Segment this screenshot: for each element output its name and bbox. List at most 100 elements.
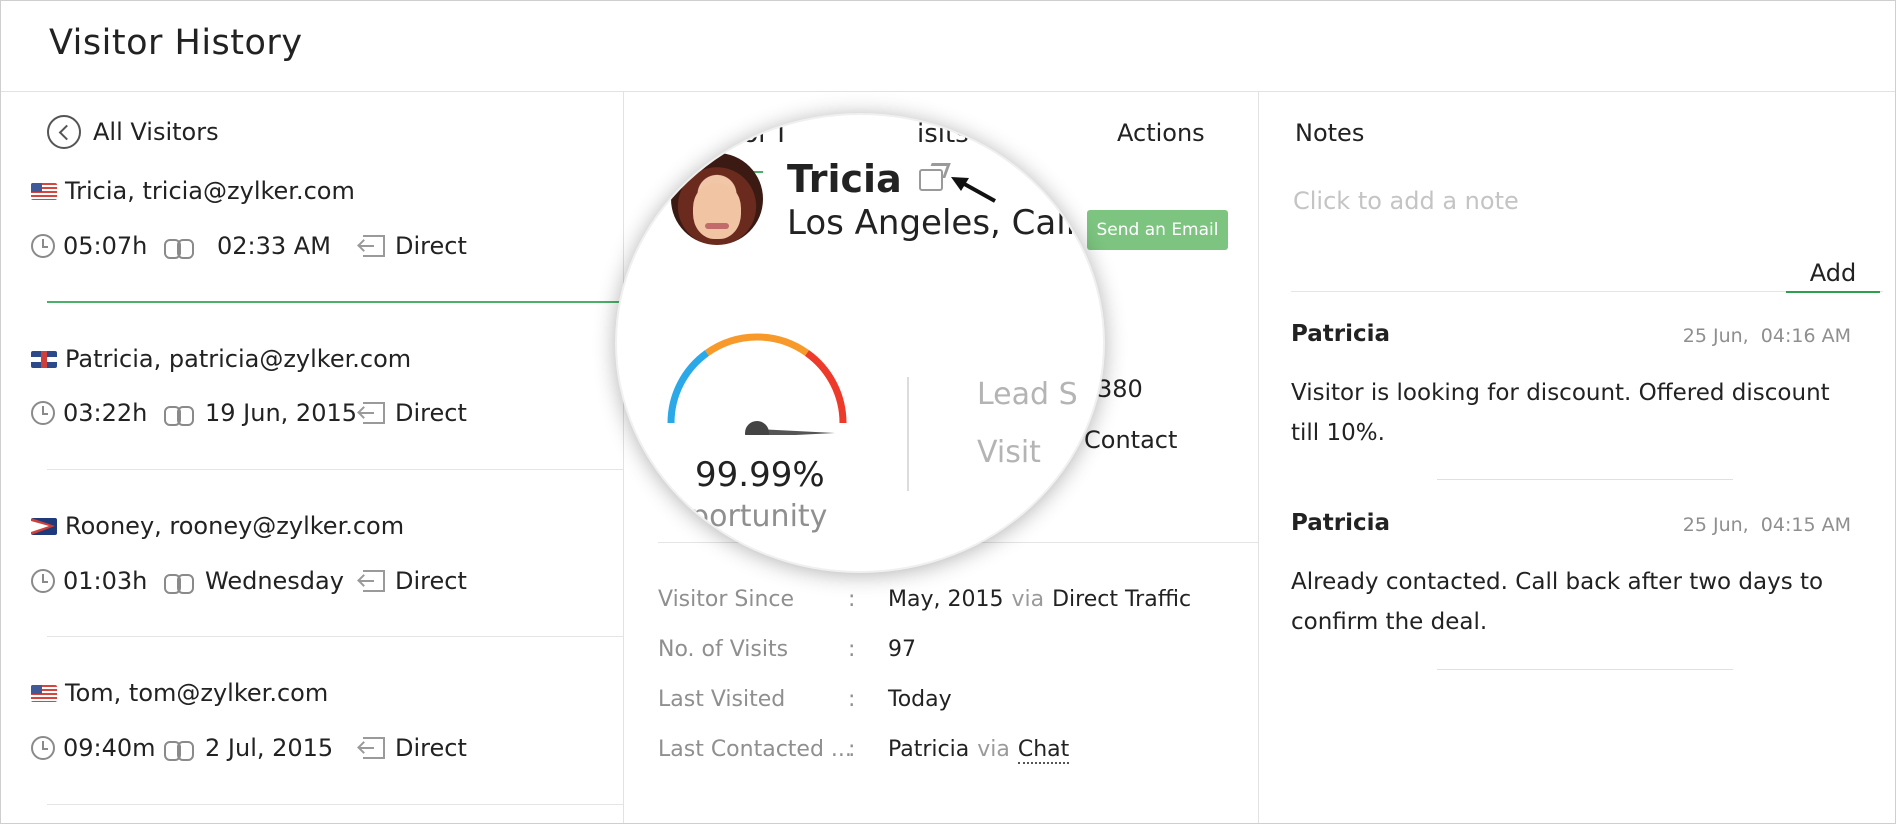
tab-visits[interactable]: isits [917, 119, 969, 149]
visitor-meta: 03:22h 19 Jun, 2015 Direct [31, 399, 467, 427]
visitor-source: Direct [395, 399, 467, 427]
gauge-arc-red [804, 350, 847, 424]
note-timestamp: 25 Jun, 04:15 AM [1682, 514, 1851, 536]
visitor-duration: 03:22h [63, 399, 148, 427]
note-author: Patricia [1291, 510, 1391, 536]
info-value: May, 2015 [888, 587, 1004, 612]
visitor-source: Direct [395, 567, 467, 595]
info-row-last-visited: Last Visited : Today [658, 687, 952, 712]
visitor-list-item-patricia[interactable]: Patricia, patricia@zylker.com [31, 345, 411, 373]
info-via: via [1011, 587, 1045, 612]
info-row-visits: No. of Visits : 97 [658, 637, 916, 662]
note-input[interactable] [1293, 187, 1833, 215]
info-colon: : [848, 637, 856, 662]
note-timestamp: 25 Jun, 04:16 AM [1682, 325, 1851, 347]
note-text: Already contacted. Call back after two d… [1291, 569, 1824, 635]
visitor-meta: 01:03h Wednesday Direct [31, 567, 467, 595]
info-row-visitor-since: Visitor Since : May, 2015 via Direct Tra… [658, 587, 1191, 612]
binoculars-icon [163, 570, 195, 594]
info-source: Direct Traffic [1052, 587, 1192, 612]
gauge-arc-orange [704, 333, 810, 356]
lead-score-value: 380 [1097, 375, 1143, 403]
note-text: Visitor is looking for discount. Offered… [1291, 380, 1830, 446]
list-divider [47, 804, 623, 805]
note-author: Patricia [1291, 321, 1391, 347]
send-email-button[interactable]: Send an Email [1087, 210, 1228, 250]
visitor-last-seen: Wednesday [205, 567, 344, 595]
visitor-list-item-tom[interactable]: Tom, tom@zylker.com [31, 679, 328, 707]
note-divider [1437, 669, 1733, 670]
avatar [671, 153, 763, 245]
visitor-history-window: Visitor History All Visitors Tricia, tri… [0, 0, 1896, 824]
entry-icon [360, 737, 385, 759]
clock-icon [31, 401, 55, 425]
info-colon: : [848, 587, 856, 612]
page-title: Visitor History [49, 23, 303, 63]
visitor-name: Rooney, rooney@zylker.com [65, 512, 405, 540]
info-label: Last Visited [658, 687, 786, 712]
visitor-duration: 05:07h [63, 232, 148, 260]
info-label: Last Contacted ... [658, 737, 852, 762]
lens-divider [907, 377, 909, 491]
entry-icon [360, 235, 385, 257]
clock-icon [31, 234, 55, 258]
gauge-arc-blue [667, 350, 710, 424]
chat-link[interactable]: Chat [1017, 737, 1070, 764]
info-colon: : [848, 737, 856, 762]
contact-label: Contact [1084, 426, 1178, 454]
all-visitors-label: All Visitors [93, 118, 219, 146]
visitor-name-heading: Tricia [787, 157, 902, 201]
visitor-name: Tricia, tricia@zylker.com [65, 177, 355, 205]
list-divider [47, 636, 623, 637]
edit-icon[interactable] [919, 163, 949, 191]
visitor-duration: 09:40m [63, 734, 156, 762]
header-divider [1, 91, 1895, 92]
pointer-arrow-icon [951, 177, 996, 203]
binoculars-icon [163, 402, 195, 426]
binoculars-icon [163, 737, 195, 761]
column-divider-right [1258, 92, 1259, 823]
selected-visitor-indicator [47, 301, 623, 303]
lead-score-label: Lead S [977, 377, 1078, 412]
uk-flag-icon [31, 350, 57, 368]
visitor-meta: 05:07h 02:33 AM Direct [31, 232, 467, 260]
visitor-list-item-tricia[interactable]: Tricia, tricia@zylker.com [31, 177, 355, 205]
notes-title: Notes [1295, 119, 1365, 147]
visitor-last-seen: 02:33 AM [217, 232, 331, 260]
visitor-name: Patricia, patricia@zylker.com [65, 345, 412, 373]
visitor-meta: 09:40m 2 Jul, 2015 Direct [31, 734, 467, 762]
add-note-button[interactable]: Add [1786, 255, 1880, 293]
info-label: Visitor Since [658, 587, 795, 612]
american-samoa-flag-icon [31, 517, 57, 535]
opportunity-label: pportunity [671, 499, 828, 534]
all-visitors-back-link[interactable]: All Visitors [47, 115, 219, 149]
score-percent: 99.99% [695, 455, 825, 495]
score-gauge [667, 333, 847, 435]
info-label: No. of Visits [658, 637, 789, 662]
visit-label: Visit [977, 435, 1041, 470]
tab-visitor-info[interactable]: Visitor I [687, 119, 785, 149]
clock-icon [31, 569, 55, 593]
info-colon: : [848, 687, 856, 712]
visitor-last-seen: 19 Jun, 2015 [205, 399, 358, 427]
binoculars-icon [163, 235, 195, 259]
list-divider [47, 469, 623, 470]
entry-icon [360, 570, 385, 592]
info-value: Patricia [888, 737, 970, 762]
visitor-source: Direct [395, 734, 467, 762]
tab-actions[interactable]: Actions [1117, 119, 1205, 147]
note-divider [1437, 479, 1733, 480]
visitor-duration: 01:03h [63, 567, 148, 595]
clock-icon [31, 736, 55, 760]
column-divider-left [623, 92, 624, 823]
info-via: via [977, 737, 1010, 762]
visitor-location: Los Angeles, Cali [787, 203, 1076, 243]
us-flag-icon [31, 182, 57, 200]
visitor-list-item-rooney[interactable]: Rooney, rooney@zylker.com [31, 512, 404, 540]
gauge-hub [745, 421, 769, 435]
visitor-last-seen: 2 Jul, 2015 [205, 734, 334, 762]
visitor-name: Tom, tom@zylker.com [65, 679, 329, 707]
visitor-source: Direct [395, 232, 467, 260]
info-value: 97 [888, 637, 916, 662]
entry-icon [360, 402, 385, 424]
